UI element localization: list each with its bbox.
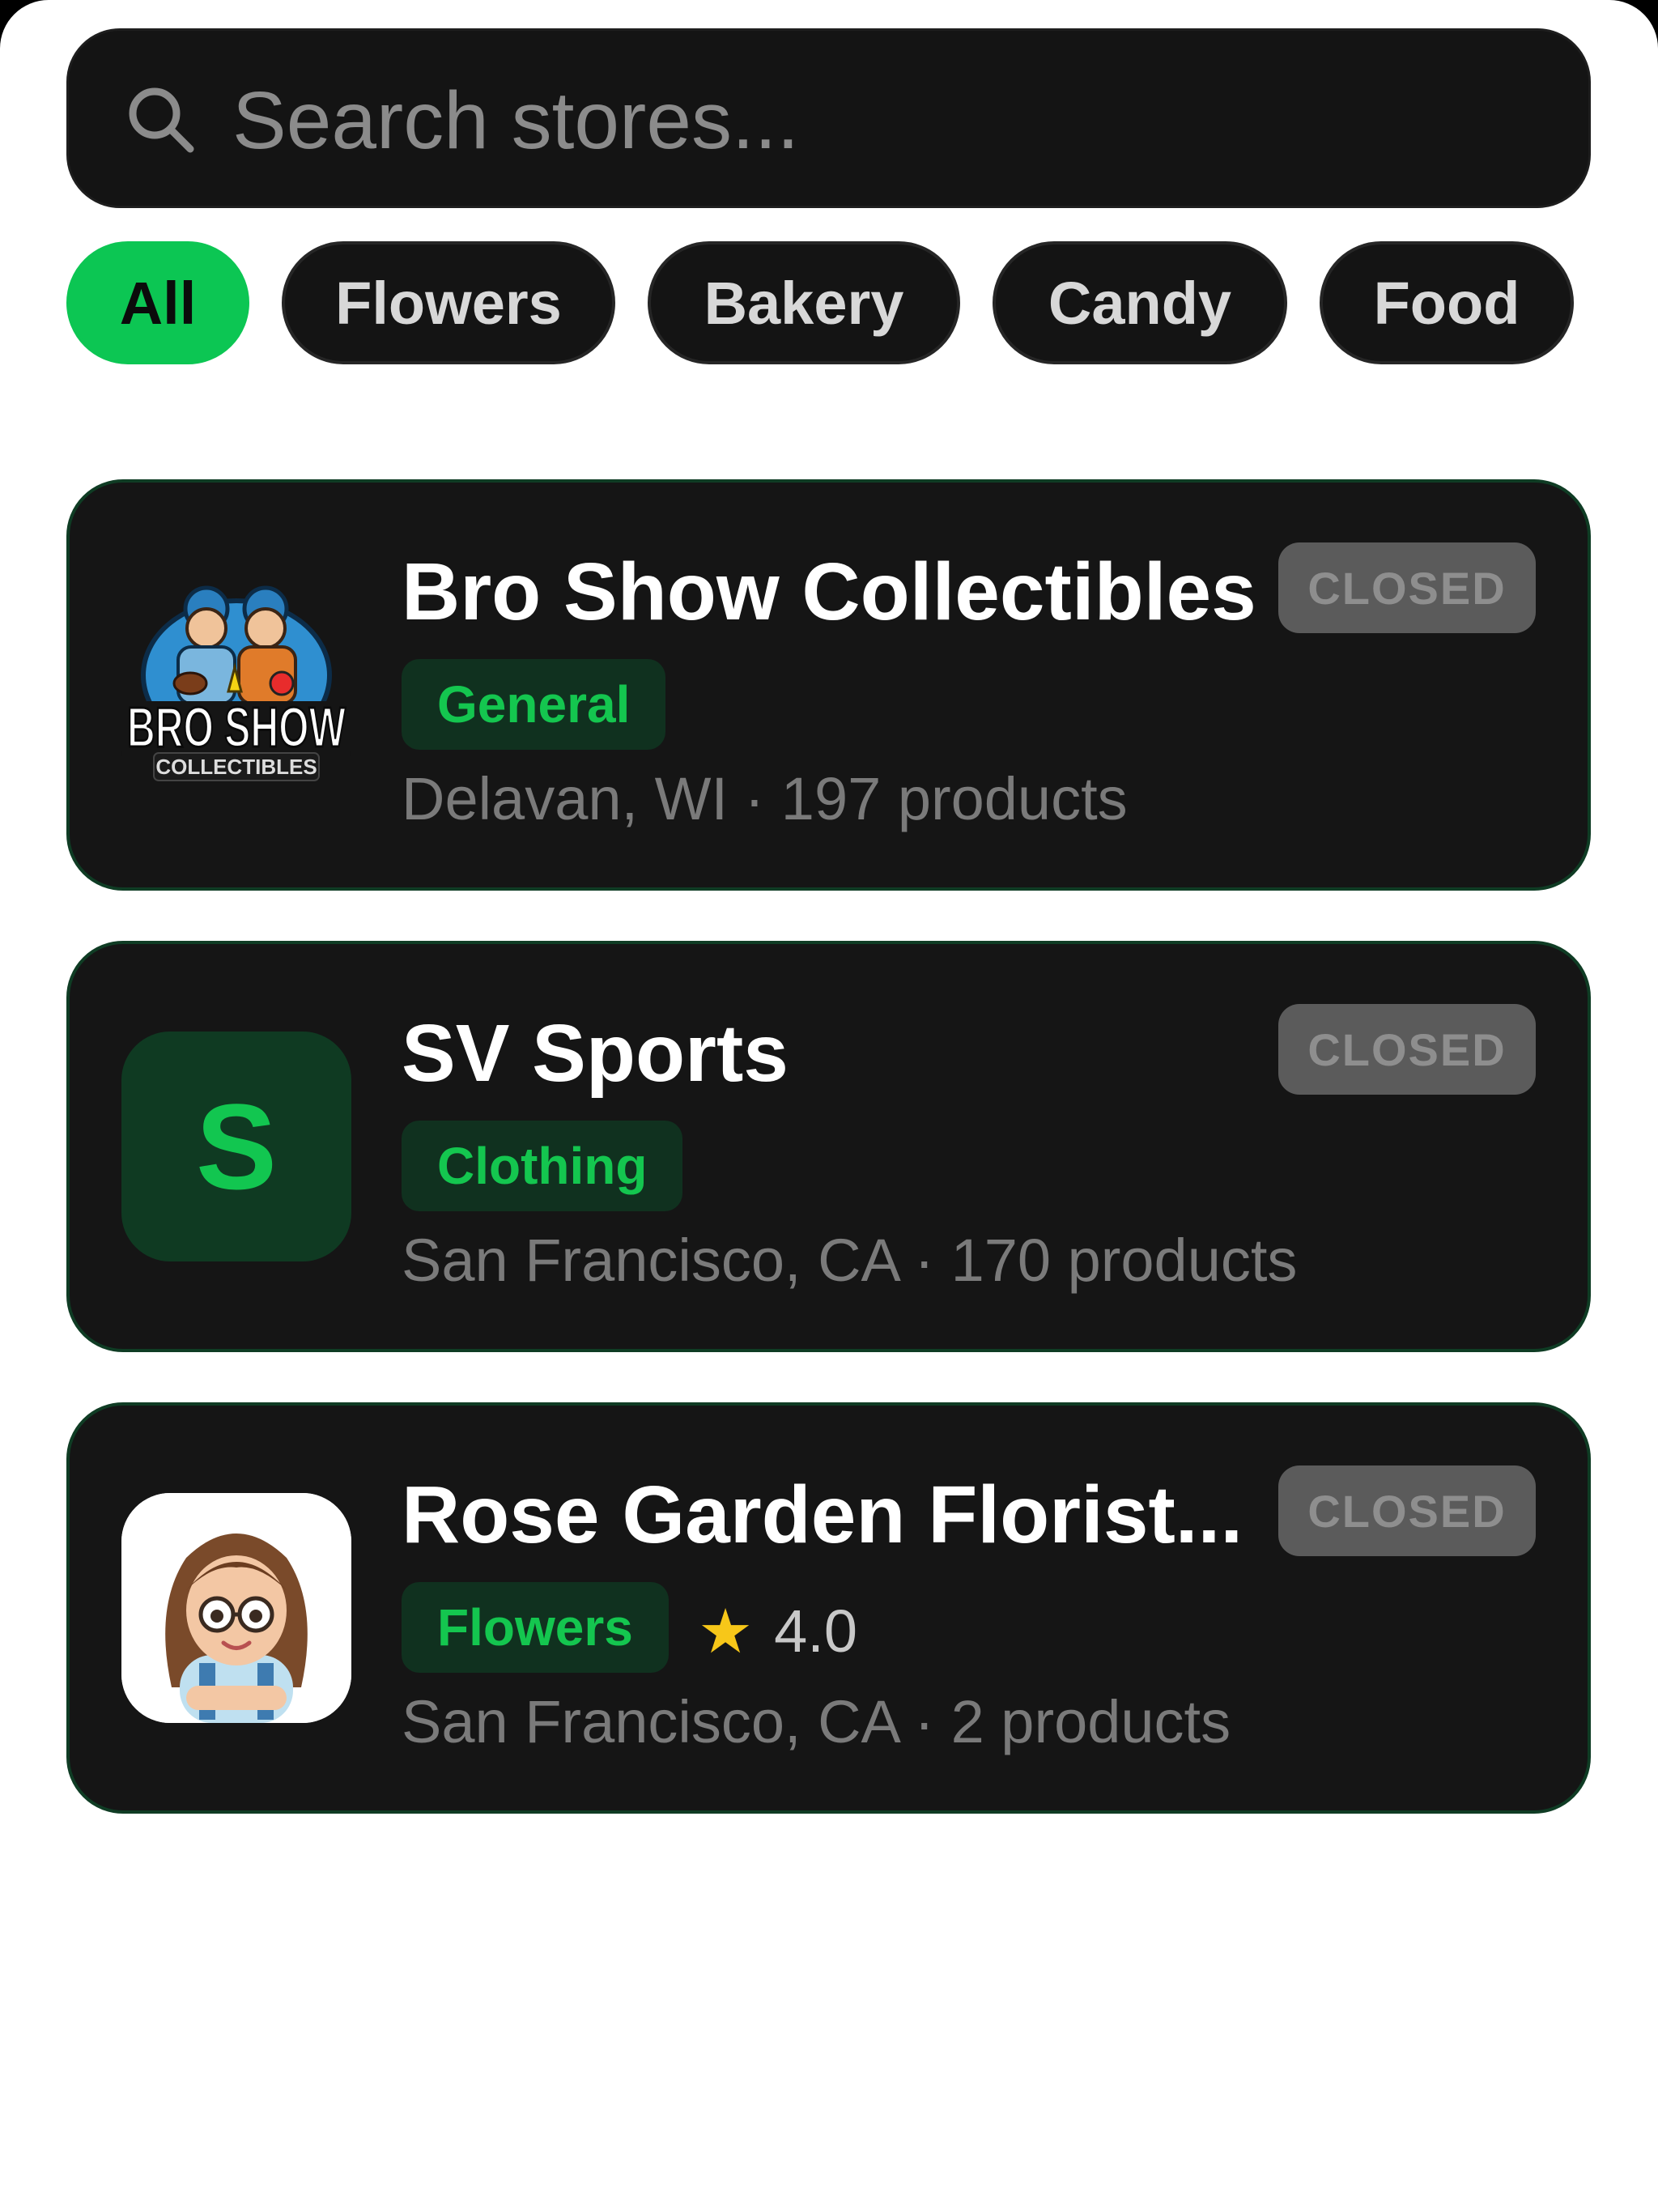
status-badge: CLOSED [1278,542,1536,633]
store-meta: Delavan, WI · 197 products [402,765,1128,832]
status-badge: CLOSED [1278,1004,1536,1095]
filter-chip-all[interactable]: All [66,241,249,364]
search-input[interactable] [231,63,1540,178]
status-badge: CLOSED [1278,1465,1536,1556]
category-tag: Clothing [402,1121,683,1211]
logo-line1: BRO SHOW [127,696,346,759]
store-meta: San Francisco, CA · 2 products [402,1688,1231,1755]
store-card[interactable]: Rose Garden Florist... CLOSED Flowers ★ … [66,1402,1591,1814]
screen-corner [0,0,97,97]
category-tag: General [402,659,666,750]
category-tag: Flowers [402,1582,669,1673]
rating-value: 4.0 [774,1597,858,1665]
store-logo-letter: S [121,1032,351,1261]
filter-chip-candy[interactable]: Candy [993,241,1287,364]
screen-corner [1561,0,1658,97]
florist-avatar-image [121,1493,351,1723]
store-logo [121,1493,351,1723]
store-name: Bro Show Collectibles [402,547,1256,637]
store-meta: San Francisco, CA · 170 products [402,1227,1298,1294]
rating: ★ 4.0 [698,1585,857,1676]
store-card[interactable]: S SV Sports CLOSED Clothing San Francisc… [66,941,1591,1352]
search-bar[interactable] [66,28,1591,208]
filter-chip-food[interactable]: Food [1320,241,1574,364]
logo-line2: COLLECTIBLES [155,755,317,779]
bro-show-logo-image: BRO SHOW COLLECTIBLES [121,585,351,781]
store-name: Rose Garden Florist... [402,1470,1244,1560]
store-name: SV Sports [402,1008,789,1099]
search-icon [129,87,194,153]
filter-chip-bakery[interactable]: Bakery [648,241,960,364]
store-card[interactable]: BRO SHOW COLLECTIBLES Bro Show Collectib… [66,479,1591,891]
star-icon: ★ [698,1597,754,1666]
store-logo: BRO SHOW COLLECTIBLES [121,570,351,800]
filter-chip-flowers[interactable]: Flowers [282,241,615,364]
